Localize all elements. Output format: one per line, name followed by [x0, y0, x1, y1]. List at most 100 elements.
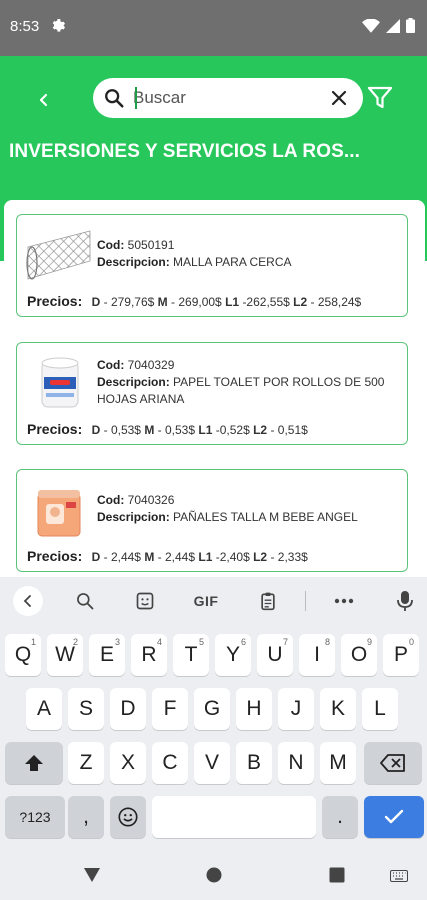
key-label: L: [374, 697, 386, 720]
key-y[interactable]: Y6: [215, 634, 251, 676]
product-card[interactable]: Cod: 7040326 Descripcion: PAÑALES TALLA …: [16, 469, 408, 572]
key-hint: 0: [408, 637, 414, 647]
key-u[interactable]: U7: [257, 634, 293, 676]
key-label: C: [162, 751, 178, 774]
price-value: - 2,44$: [103, 550, 141, 564]
key-label: N: [288, 751, 304, 774]
key-c[interactable]: C: [152, 742, 188, 784]
key-q[interactable]: Q1: [5, 634, 41, 676]
product-description: MALLA PARA CERCA: [173, 255, 292, 269]
key-p[interactable]: P0: [383, 634, 419, 676]
key-b[interactable]: B: [236, 742, 272, 784]
shift-icon: [25, 755, 43, 771]
key-hint: 9: [366, 637, 372, 647]
sticker-icon[interactable]: [132, 587, 158, 615]
key-z[interactable]: Z: [68, 742, 104, 784]
key-hint: 5: [198, 637, 204, 647]
key-label: G: [203, 697, 221, 720]
key-d[interactable]: D: [110, 688, 146, 730]
key-label: T: [184, 643, 198, 666]
key-label: R: [141, 643, 157, 666]
key-label: Y: [225, 643, 240, 666]
key-j[interactable]: J: [278, 688, 314, 730]
more-options-icon[interactable]: [331, 587, 357, 615]
product-code: 7040326: [127, 493, 175, 507]
price-value: - 0,53$: [103, 423, 141, 437]
key-e[interactable]: E3: [89, 634, 125, 676]
key-label: J: [290, 697, 302, 720]
nav-home-icon[interactable]: [206, 867, 222, 888]
keyboard-switch-icon[interactable]: [390, 869, 408, 887]
key-m[interactable]: M: [320, 742, 356, 784]
filter-icon[interactable]: [367, 86, 393, 115]
key-l[interactable]: L: [362, 688, 398, 730]
key-k[interactable]: K: [320, 688, 356, 730]
key-x[interactable]: X: [110, 742, 146, 784]
nav-recents-icon[interactable]: [329, 867, 345, 888]
key-hint: 7: [282, 637, 288, 647]
key-label: H: [246, 697, 262, 720]
key-f[interactable]: F: [152, 688, 188, 730]
key-o[interactable]: O9: [341, 634, 377, 676]
price-value: - 269,00$: [171, 295, 222, 309]
microphone-icon[interactable]: [392, 587, 418, 615]
price-key: L1: [198, 423, 213, 437]
period-key[interactable]: .: [322, 796, 358, 838]
key-v[interactable]: V: [194, 742, 230, 784]
clear-icon[interactable]: [331, 90, 347, 111]
price-row: Precios: D - 279,76$ M - 269,00$ L1 -262…: [27, 293, 361, 309]
price-value: -0,52$: [215, 423, 250, 437]
key-g[interactable]: G: [194, 688, 230, 730]
space-key[interactable]: [152, 796, 316, 838]
cod-label: Cod:: [97, 493, 125, 507]
text-cursor: [135, 87, 137, 109]
clipboard-icon[interactable]: [255, 587, 281, 615]
back-button[interactable]: [30, 86, 58, 114]
keyboard-collapse-button[interactable]: [13, 586, 43, 616]
key-label: M: [329, 751, 347, 774]
signal-icon: [386, 18, 400, 38]
gif-button[interactable]: GIF: [188, 587, 224, 615]
comma-key[interactable]: ,: [68, 796, 104, 838]
price-key: M: [157, 295, 168, 309]
shift-key[interactable]: [5, 742, 63, 784]
price-key: D: [91, 295, 101, 309]
on-screen-keyboard: GIF Q1 W2 E3 R4 T5 Y6 U7 I8 O9 P0 A S D …: [0, 577, 427, 850]
description-label: Descripcion:: [97, 255, 170, 269]
price-value: - 0,51$: [270, 423, 308, 437]
key-t[interactable]: T5: [173, 634, 209, 676]
key-i[interactable]: I8: [299, 634, 335, 676]
key-label: .: [337, 805, 343, 828]
key-label: F: [163, 697, 177, 720]
product-image-fence-mesh: [24, 221, 94, 291]
price-key: D: [91, 550, 101, 564]
key-s[interactable]: S: [68, 688, 104, 730]
price-key: M: [144, 550, 155, 564]
emoji-key[interactable]: [110, 796, 146, 838]
status-bar: 8:53: [0, 0, 427, 56]
keyboard-search-icon[interactable]: [72, 587, 98, 615]
backspace-key[interactable]: [364, 742, 422, 784]
company-title: INVERSIONES Y SERVICIOS LA ROS...: [9, 141, 361, 162]
prices-label: Precios:: [27, 548, 83, 564]
key-n[interactable]: N: [278, 742, 314, 784]
key-hint: 4: [156, 637, 162, 647]
price-key: L1: [225, 295, 240, 309]
search-bar[interactable]: [93, 78, 363, 118]
key-r[interactable]: R4: [131, 634, 167, 676]
key-w[interactable]: W2: [47, 634, 83, 676]
product-card[interactable]: Cod: 5050191 Descripcion: MALLA PARA CER…: [16, 214, 408, 317]
nav-back-icon[interactable]: [83, 867, 101, 888]
battery-icon: [406, 18, 415, 38]
symbols-key[interactable]: ?123: [5, 796, 65, 838]
key-label: B: [246, 751, 261, 774]
price-key: L2: [293, 295, 308, 309]
key-label: D: [120, 697, 136, 720]
key-h[interactable]: H: [236, 688, 272, 730]
search-input[interactable]: [133, 84, 313, 112]
price-key: L1: [198, 550, 213, 564]
product-card[interactable]: Cod: 7040329 Descripcion: PAPEL TOALET P…: [16, 342, 408, 445]
key-a[interactable]: A: [26, 688, 62, 730]
enter-key[interactable]: [364, 796, 424, 838]
wifi-icon: [362, 18, 380, 38]
